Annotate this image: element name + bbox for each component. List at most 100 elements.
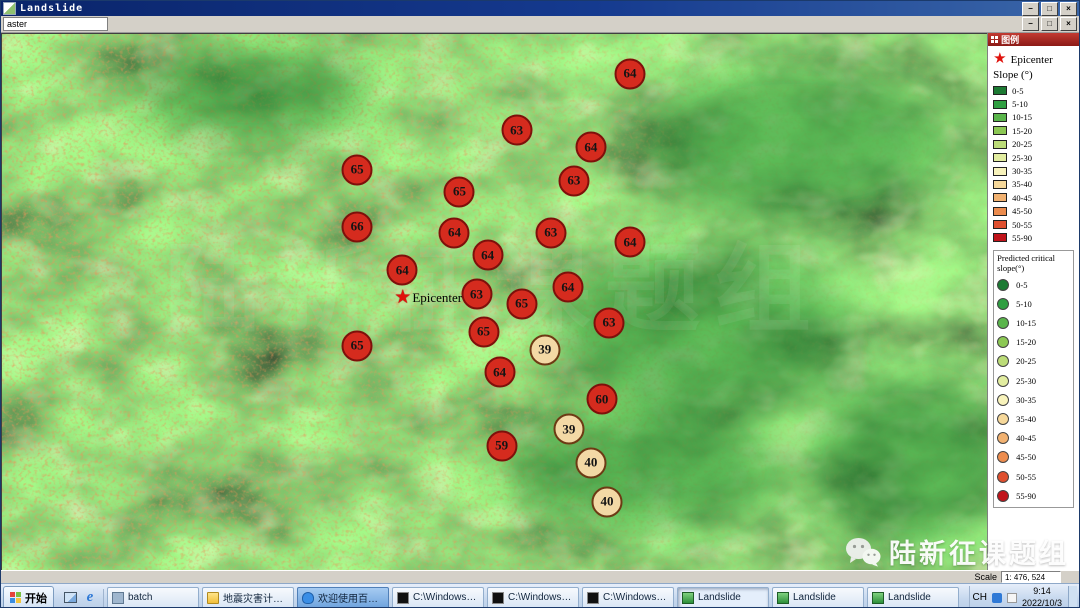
legend-color-swatch (993, 153, 1007, 162)
map-view[interactable]: 陆新征课题组 646364656365666463646464636465636… (1, 33, 987, 570)
legend-class-label: 30-35 (1016, 395, 1036, 405)
legend-color-swatch (997, 375, 1009, 387)
legend-class-label: 0-5 (1012, 86, 1023, 96)
task-buttons: batch 地震灾害计算程... 欢迎使用百度网盘 C:\Windows\syst..… (107, 587, 966, 608)
scale-value[interactable]: 1: 476, 524 (1001, 571, 1061, 583)
legend-color-swatch (993, 193, 1007, 202)
quick-launch-bar: e (57, 589, 104, 607)
legend-class-row: 25-30 (993, 151, 1074, 164)
legend-class-row: 55-90 (993, 231, 1074, 244)
slope-marker: 40 (591, 486, 622, 517)
legend-class-label: 55-90 (1012, 233, 1032, 243)
legend-class-label: 10-15 (1012, 112, 1032, 122)
slope-marker: 63 (501, 115, 532, 146)
legend-class-label: 15-20 (1012, 126, 1032, 136)
legend-class-row: 5-10 (997, 294, 1070, 313)
terrain-raster (2, 34, 987, 570)
taskbar-task[interactable]: C:\Windows\syst... (582, 587, 674, 608)
legend-color-swatch (997, 451, 1009, 463)
legend-color-swatch (993, 180, 1007, 189)
taskbar-task[interactable]: Landslide (772, 587, 864, 608)
slope-marker: 64 (615, 58, 646, 89)
legend-color-swatch (993, 86, 1007, 95)
legend-class-row: 20-25 (993, 138, 1074, 151)
minimize-button[interactable]: − (1022, 2, 1039, 16)
language-indicator[interactable]: CH (973, 592, 987, 603)
legend-color-swatch (997, 355, 1009, 367)
slope-marker: 59 (486, 430, 517, 461)
show-desktop-strip[interactable] (1068, 586, 1077, 608)
critical-slope-title: Predicted critical slope(°) (997, 253, 1070, 273)
critical-classes: 0-55-1010-1515-2020-2525-3030-3535-4040-… (997, 275, 1070, 505)
taskbar-task[interactable]: C:\Windows\syst... (487, 587, 579, 608)
taskbar-task[interactable]: C:\Windows\syst... (392, 587, 484, 608)
legend-class-row: 15-20 (997, 333, 1070, 352)
legend-color-swatch (993, 113, 1007, 122)
mdi-toolbar: aster − □ × (1, 16, 1079, 33)
start-button[interactable]: 开始 (3, 586, 54, 608)
maximize-button[interactable]: □ (1041, 2, 1058, 16)
legend-class-label: 0-5 (1016, 280, 1027, 290)
legend-class-row: 25-30 (997, 371, 1070, 390)
legend-class-row: 40-45 (993, 191, 1074, 204)
landslide-app-window: Landslide − □ × aster − □ × (0, 0, 1080, 608)
status-bar: Scale 1: 476, 524 (1, 570, 1079, 583)
legend-class-row: 45-50 (993, 205, 1074, 218)
legend-grid-icon (991, 36, 998, 43)
legend-class-label: 35-40 (1012, 179, 1032, 189)
legend-panel: 图例 ★ Epicenter Slope (°) 0-55-1010-1515-… (987, 33, 1079, 570)
window-titlebar: Landslide − □ × (1, 1, 1079, 16)
legend-class-label: 10-15 (1016, 318, 1036, 328)
taskbar-task[interactable]: batch (107, 587, 199, 608)
slope-marker: 64 (575, 132, 606, 163)
child-restore-button[interactable]: □ (1041, 17, 1058, 31)
taskbar: 开始 e batch 地震灾害计算程... 欢迎使用百度网盘 C:\Windows\s… (1, 583, 1079, 608)
internet-explorer-icon[interactable]: e (81, 589, 99, 607)
slope-marker: 63 (593, 307, 624, 338)
app-icon (682, 592, 694, 604)
app-icon (777, 592, 789, 604)
task-label: 欢迎使用百度网盘 (318, 590, 384, 605)
legend-class-label: 55-90 (1016, 491, 1036, 501)
taskbar-task[interactable]: Landslide (677, 587, 769, 608)
cmd-icon (492, 592, 504, 604)
taskbar-task[interactable]: 地震灾害计算程... (202, 587, 294, 608)
taskbar-clock[interactable]: 9:14 2022/10/3 (1022, 586, 1062, 608)
slope-marker: 64 (472, 240, 503, 271)
legend-color-swatch (997, 298, 1009, 310)
legend-color-swatch (993, 167, 1007, 176)
layer-combobox[interactable]: aster (3, 17, 108, 31)
window-title: Landslide (20, 3, 83, 14)
corner-watermark: 陆新征课题组 (845, 532, 1069, 571)
show-desktop-icon[interactable] (61, 589, 79, 607)
legend-titlebar[interactable]: 图例 (988, 33, 1079, 46)
task-label: Landslide (888, 592, 931, 603)
child-minimize-button[interactable]: − (1022, 17, 1039, 31)
legend-class-row: 10-15 (997, 313, 1070, 332)
legend-color-swatch (993, 233, 1007, 242)
legend-class-label: 50-55 (1012, 220, 1032, 230)
legend-class-row: 35-40 (997, 409, 1070, 428)
tray-network-icon[interactable] (992, 593, 1002, 603)
task-label: batch (128, 592, 152, 603)
legend-title: 图例 (1001, 33, 1019, 46)
legend-class-label: 45-50 (1016, 452, 1036, 462)
legend-class-label: 50-55 (1016, 472, 1036, 482)
legend-class-label: 40-45 (1012, 193, 1032, 203)
taskbar-task[interactable]: 欢迎使用百度网盘 (297, 587, 389, 608)
close-button[interactable]: × (1060, 2, 1077, 16)
clock-date: 2022/10/3 (1022, 598, 1062, 608)
wechat-icon (845, 537, 881, 567)
slope-marker: 65 (444, 176, 475, 207)
legend-class-label: 45-50 (1012, 206, 1032, 216)
legend-color-swatch (997, 336, 1009, 348)
taskbar-task[interactable]: Landslide (867, 587, 959, 608)
slope-marker: 64 (552, 272, 583, 303)
legend-class-row: 40-45 (997, 429, 1070, 448)
legend-class-label: 5-10 (1012, 99, 1028, 109)
legend-class-label: 15-20 (1016, 337, 1036, 347)
child-close-button[interactable]: × (1060, 17, 1077, 31)
slope-marker: 65 (342, 154, 373, 185)
tray-volume-icon[interactable] (1007, 593, 1017, 603)
slope-marker: 66 (342, 211, 373, 242)
